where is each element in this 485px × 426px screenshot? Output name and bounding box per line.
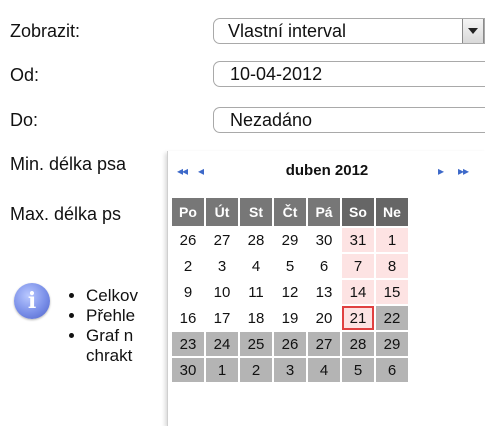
info-item-text: Graf n <box>86 326 134 345</box>
week-row: 16 17 18 19 20 21 22 <box>172 306 408 330</box>
day-cell-disabled: 3 <box>274 358 306 382</box>
show-label: Zobrazit: <box>10 21 81 41</box>
day-cell-disabled: 6 <box>376 358 408 382</box>
next-year-icon[interactable]: ▸▸ <box>458 164 469 178</box>
info-icon: i <box>14 283 50 319</box>
day-cell-disabled: 28 <box>342 332 374 356</box>
weekday-header: Ne <box>376 198 408 226</box>
weekday-header: St <box>240 198 272 226</box>
day-cell[interactable]: 16 <box>172 306 204 330</box>
calendar-header: ◂◂ ◂ duben 2012 ▸ ▸▸ <box>168 151 485 196</box>
day-cell[interactable]: 3 <box>206 254 238 278</box>
weekday-header: Čt <box>274 198 306 226</box>
day-cell-disabled: 1 <box>206 358 238 382</box>
day-cell[interactable]: 1 <box>376 228 408 252</box>
day-cell[interactable]: 19 <box>274 306 306 330</box>
min-length-label: Min. délka psa <box>10 154 127 174</box>
info-item: Přehle <box>86 306 138 326</box>
dropdown-button[interactable] <box>462 19 484 43</box>
day-cell[interactable]: 6 <box>308 254 340 278</box>
day-cell[interactable]: 30 <box>308 228 340 252</box>
weekday-header: Út <box>206 198 238 226</box>
week-row: 2 3 4 5 6 7 8 <box>172 254 408 278</box>
day-cell[interactable]: 7 <box>342 254 374 278</box>
show-select[interactable]: Vlastní interval <box>213 18 485 44</box>
day-cell[interactable]: 29 <box>274 228 306 252</box>
info-item-continuation: chrakt <box>86 346 133 365</box>
day-cell[interactable]: 5 <box>274 254 306 278</box>
day-cell[interactable]: 14 <box>342 280 374 304</box>
weekday-row: Po Út St Čt Pá So Ne <box>172 198 408 226</box>
day-cell[interactable]: 4 <box>240 254 272 278</box>
to-label: Do: <box>10 110 39 130</box>
day-cell-disabled: 24 <box>206 332 238 356</box>
chevron-down-icon <box>468 28 478 34</box>
week-row: 23 24 25 26 27 28 29 <box>172 332 408 356</box>
today-cell[interactable]: 21 <box>342 306 374 330</box>
day-cell-disabled: 30 <box>172 358 204 382</box>
from-date-input[interactable]: 10-04-2012 <box>213 61 485 87</box>
day-cell[interactable]: 2 <box>172 254 204 278</box>
day-cell-disabled: 23 <box>172 332 204 356</box>
weekday-header: So <box>342 198 374 226</box>
day-cell[interactable]: 20 <box>308 306 340 330</box>
max-length-label: Max. délka ps <box>10 204 122 224</box>
week-row: 26 27 28 29 30 31 1 <box>172 228 408 252</box>
day-cell-disabled: 4 <box>308 358 340 382</box>
day-cell-disabled: 25 <box>240 332 272 356</box>
day-cell[interactable]: 11 <box>240 280 272 304</box>
weekday-header: Po <box>172 198 204 226</box>
day-cell[interactable]: 13 <box>308 280 340 304</box>
day-cell-disabled: 27 <box>308 332 340 356</box>
day-cell-disabled: 2 <box>240 358 272 382</box>
day-cell[interactable]: 15 <box>376 280 408 304</box>
day-cell[interactable]: 12 <box>274 280 306 304</box>
from-label: Od: <box>10 65 40 85</box>
next-month-icon[interactable]: ▸ <box>438 164 444 178</box>
day-cell[interactable]: 17 <box>206 306 238 330</box>
info-item: Celkov <box>86 286 138 306</box>
day-cell[interactable]: 31 <box>342 228 374 252</box>
week-row: 30 1 2 3 4 5 6 <box>172 358 408 382</box>
day-cell-disabled: 5 <box>342 358 374 382</box>
day-cell-disabled: 29 <box>376 332 408 356</box>
day-cell[interactable]: 26 <box>172 228 204 252</box>
weekday-header: Pá <box>308 198 340 226</box>
day-cell[interactable]: 9 <box>172 280 204 304</box>
day-cell[interactable]: 8 <box>376 254 408 278</box>
info-list: Celkov Přehle Graf nchrakt <box>60 286 138 366</box>
show-select-value: Vlastní interval <box>228 21 347 41</box>
date-picker-popup: ◂◂ ◂ duben 2012 ▸ ▸▸ Po Út St Čt Pá So N… <box>167 151 485 426</box>
info-item: Graf nchrakt <box>86 326 138 366</box>
day-cell[interactable]: 18 <box>240 306 272 330</box>
day-cell[interactable]: 28 <box>240 228 272 252</box>
day-cell-disabled: 26 <box>274 332 306 356</box>
week-row: 9 10 11 12 13 14 15 <box>172 280 408 304</box>
to-date-input[interactable]: Nezadáno <box>213 107 485 133</box>
day-cell-disabled: 22 <box>376 306 408 330</box>
day-cell[interactable]: 10 <box>206 280 238 304</box>
day-cell[interactable]: 27 <box>206 228 238 252</box>
calendar-grid: Po Út St Čt Pá So Ne 26 27 28 29 30 31 1… <box>170 196 410 384</box>
